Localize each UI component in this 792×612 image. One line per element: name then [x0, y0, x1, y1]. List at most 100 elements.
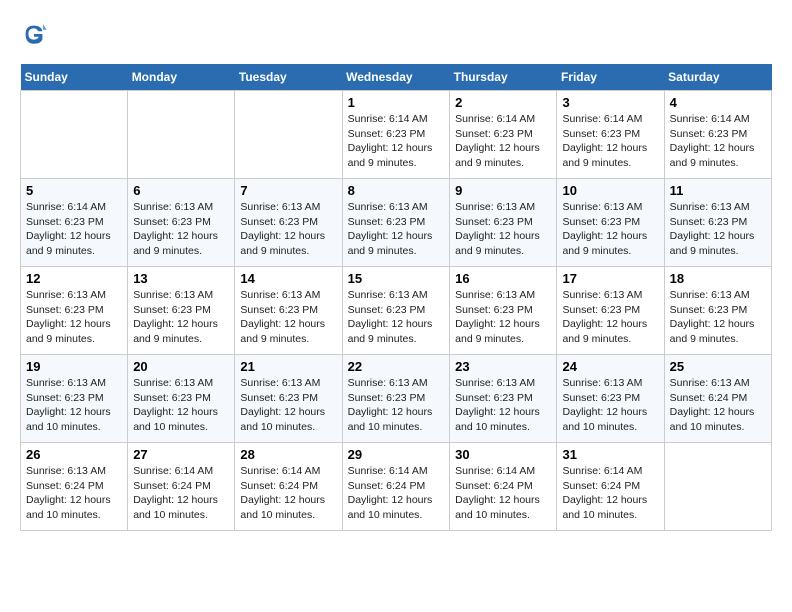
calendar-cell: 26 Sunrise: 6:13 AM Sunset: 6:24 PM Dayli…: [21, 443, 128, 531]
day-number: 2: [455, 95, 551, 110]
cell-info: Sunrise: 6:13 AM Sunset: 6:23 PM Dayligh…: [455, 200, 551, 259]
cell-info: Sunrise: 6:13 AM Sunset: 6:23 PM Dayligh…: [562, 200, 658, 259]
calendar-cell: 22 Sunrise: 6:13 AM Sunset: 6:23 PM Dayli…: [342, 355, 450, 443]
calendar-cell: 27 Sunrise: 6:14 AM Sunset: 6:24 PM Dayli…: [128, 443, 235, 531]
day-number: 9: [455, 183, 551, 198]
col-saturday: Saturday: [664, 64, 771, 91]
calendar-table: Sunday Monday Tuesday Wednesday Thursday…: [20, 64, 772, 531]
calendar-cell: 21Sunrise: 6:13 AM Sunset: 6:23 PM Dayli…: [235, 355, 342, 443]
col-thursday: Thursday: [450, 64, 557, 91]
day-number: 25: [670, 359, 766, 374]
calendar-cell: [235, 91, 342, 179]
day-number: 7: [240, 183, 336, 198]
calendar-cell: 8 Sunrise: 6:13 AM Sunset: 6:23 PM Daylig…: [342, 179, 450, 267]
day-number: 3: [562, 95, 658, 110]
calendar-cell: 31 Sunrise: 6:14 AM Sunset: 6:24 PM Dayli…: [557, 443, 664, 531]
calendar-cell: [128, 91, 235, 179]
calendar-cell: 20Sunrise: 6:13 AM Sunset: 6:23 PM Dayli…: [128, 355, 235, 443]
cell-info: Sunrise: 6:13 AM Sunset: 6:23 PM Dayligh…: [455, 288, 551, 347]
day-number: 4: [670, 95, 766, 110]
calendar-cell: 9 Sunrise: 6:13 AM Sunset: 6:23 PM Daylig…: [450, 179, 557, 267]
cell-info: Sunrise: 6:13 AM Sunset: 6:23 PM Dayligh…: [670, 200, 766, 259]
day-number: 15: [348, 271, 445, 286]
day-number: 31: [562, 447, 658, 462]
cell-info: Sunrise: 6:13 AM Sunset: 6:23 PM Dayligh…: [455, 376, 551, 435]
calendar-cell: 2 Sunrise: 6:14 AM Sunset: 6:23 PM Daylig…: [450, 91, 557, 179]
calendar-header: Sunday Monday Tuesday Wednesday Thursday…: [21, 64, 772, 91]
page-header: [20, 20, 772, 48]
calendar-cell: 3Sunrise: 6:14 AM Sunset: 6:23 PM Daylig…: [557, 91, 664, 179]
header-row: Sunday Monday Tuesday Wednesday Thursday…: [21, 64, 772, 91]
calendar-cell: 17 Sunrise: 6:13 AM Sunset: 6:23 PM Dayli…: [557, 267, 664, 355]
cell-info: Sunrise: 6:13 AM Sunset: 6:23 PM Dayligh…: [562, 288, 658, 347]
day-number: 19: [26, 359, 122, 374]
cell-info: Sunrise: 6:14 AM Sunset: 6:23 PM Dayligh…: [455, 112, 551, 171]
day-number: 13: [133, 271, 229, 286]
calendar-week-4: 19 Sunrise: 6:13 AM Sunset: 6:23 PM Dayli…: [21, 355, 772, 443]
calendar-cell: 7Sunrise: 6:13 AM Sunset: 6:23 PM Daylig…: [235, 179, 342, 267]
cell-info: Sunrise: 6:14 AM Sunset: 6:24 PM Dayligh…: [455, 464, 551, 523]
cell-info: Sunrise: 6:14 AM Sunset: 6:24 PM Dayligh…: [240, 464, 336, 523]
day-number: 16: [455, 271, 551, 286]
cell-info: Sunrise: 6:14 AM Sunset: 6:24 PM Dayligh…: [348, 464, 445, 523]
cell-info: Sunrise: 6:13 AM Sunset: 6:24 PM Dayligh…: [670, 376, 766, 435]
calendar-week-5: 26 Sunrise: 6:13 AM Sunset: 6:24 PM Dayli…: [21, 443, 772, 531]
calendar-cell: [21, 91, 128, 179]
calendar-cell: 23Sunrise: 6:13 AM Sunset: 6:23 PM Dayli…: [450, 355, 557, 443]
cell-info: Sunrise: 6:14 AM Sunset: 6:23 PM Dayligh…: [670, 112, 766, 171]
day-number: 20: [133, 359, 229, 374]
cell-info: Sunrise: 6:13 AM Sunset: 6:23 PM Dayligh…: [348, 200, 445, 259]
cell-info: Sunrise: 6:14 AM Sunset: 6:23 PM Dayligh…: [348, 112, 445, 171]
cell-info: Sunrise: 6:13 AM Sunset: 6:23 PM Dayligh…: [133, 200, 229, 259]
calendar-cell: 12 Sunrise: 6:13 AM Sunset: 6:23 PM Dayli…: [21, 267, 128, 355]
logo-icon: [20, 20, 48, 48]
calendar-cell: 4 Sunrise: 6:14 AM Sunset: 6:23 PM Daylig…: [664, 91, 771, 179]
calendar-cell: 1 Sunrise: 6:14 AM Sunset: 6:23 PM Daylig…: [342, 91, 450, 179]
calendar-cell: 24Sunrise: 6:13 AM Sunset: 6:23 PM Dayli…: [557, 355, 664, 443]
cell-info: Sunrise: 6:13 AM Sunset: 6:23 PM Dayligh…: [133, 288, 229, 347]
col-monday: Monday: [128, 64, 235, 91]
day-number: 10: [562, 183, 658, 198]
calendar-cell: 16 Sunrise: 6:13 AM Sunset: 6:23 PM Dayli…: [450, 267, 557, 355]
cell-info: Sunrise: 6:14 AM Sunset: 6:24 PM Dayligh…: [562, 464, 658, 523]
col-tuesday: Tuesday: [235, 64, 342, 91]
calendar-cell: 30 Sunrise: 6:14 AM Sunset: 6:24 PM Dayli…: [450, 443, 557, 531]
calendar-cell: 14 Sunrise: 6:13 AM Sunset: 6:23 PM Dayli…: [235, 267, 342, 355]
col-wednesday: Wednesday: [342, 64, 450, 91]
calendar-week-2: 5Sunrise: 6:14 AM Sunset: 6:23 PM Daylig…: [21, 179, 772, 267]
calendar-cell: 18Sunrise: 6:13 AM Sunset: 6:23 PM Dayli…: [664, 267, 771, 355]
cell-info: Sunrise: 6:13 AM Sunset: 6:23 PM Dayligh…: [348, 288, 445, 347]
day-number: 30: [455, 447, 551, 462]
cell-info: Sunrise: 6:13 AM Sunset: 6:23 PM Dayligh…: [348, 376, 445, 435]
day-number: 12: [26, 271, 122, 286]
calendar-week-3: 12 Sunrise: 6:13 AM Sunset: 6:23 PM Dayli…: [21, 267, 772, 355]
day-number: 24: [562, 359, 658, 374]
cell-info: Sunrise: 6:13 AM Sunset: 6:23 PM Dayligh…: [240, 288, 336, 347]
day-number: 8: [348, 183, 445, 198]
calendar-cell: 29 Sunrise: 6:14 AM Sunset: 6:24 PM Dayli…: [342, 443, 450, 531]
calendar-cell: 25 Sunrise: 6:13 AM Sunset: 6:24 PM Dayli…: [664, 355, 771, 443]
calendar-cell: 6Sunrise: 6:13 AM Sunset: 6:23 PM Daylig…: [128, 179, 235, 267]
calendar-body: 1 Sunrise: 6:14 AM Sunset: 6:23 PM Daylig…: [21, 91, 772, 531]
col-sunday: Sunday: [21, 64, 128, 91]
col-friday: Friday: [557, 64, 664, 91]
calendar-cell: 5Sunrise: 6:14 AM Sunset: 6:23 PM Daylig…: [21, 179, 128, 267]
calendar-cell: 15 Sunrise: 6:13 AM Sunset: 6:23 PM Dayli…: [342, 267, 450, 355]
day-number: 17: [562, 271, 658, 286]
day-number: 22: [348, 359, 445, 374]
calendar-week-1: 1 Sunrise: 6:14 AM Sunset: 6:23 PM Daylig…: [21, 91, 772, 179]
cell-info: Sunrise: 6:13 AM Sunset: 6:24 PM Dayligh…: [26, 464, 122, 523]
day-number: 29: [348, 447, 445, 462]
calendar-cell: 10 Sunrise: 6:13 AM Sunset: 6:23 PM Dayli…: [557, 179, 664, 267]
day-number: 14: [240, 271, 336, 286]
day-number: 27: [133, 447, 229, 462]
calendar-cell: 19Sunrise: 6:13 AM Sunset: 6:23 PM Dayli…: [21, 355, 128, 443]
day-number: 11: [670, 183, 766, 198]
calendar-cell: 28Sunrise: 6:14 AM Sunset: 6:24 PM Dayli…: [235, 443, 342, 531]
calendar-cell: 13 Sunrise: 6:13 AM Sunset: 6:23 PM Dayli…: [128, 267, 235, 355]
calendar-cell: [664, 443, 771, 531]
cell-info: Sunrise: 6:14 AM Sunset: 6:24 PM Dayligh…: [133, 464, 229, 523]
day-number: 1: [348, 95, 445, 110]
day-number: 26: [26, 447, 122, 462]
cell-info: Sunrise: 6:13 AM Sunset: 6:23 PM Dayligh…: [26, 288, 122, 347]
